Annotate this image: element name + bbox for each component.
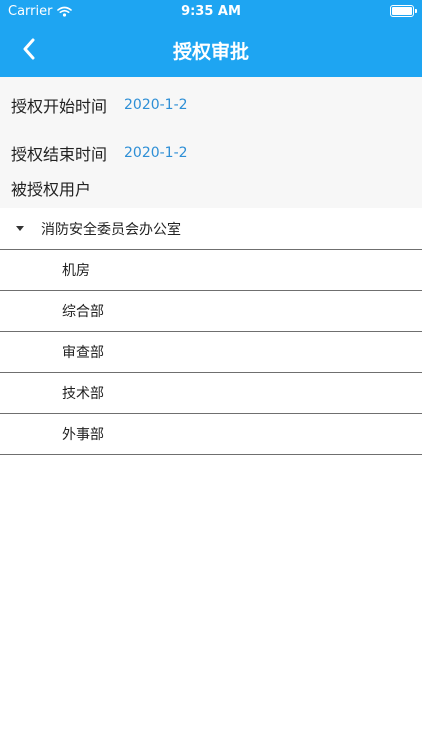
department-item[interactable]: 审查部: [0, 332, 422, 373]
start-time-row: 授权开始时间 2020-1-2: [11, 93, 188, 117]
authorization-form: 授权开始时间 2020-1-2 授权结束时间 2020-1-2 被授权用户: [0, 77, 422, 208]
department-item[interactable]: 机房: [0, 250, 422, 291]
status-time: 9:35 AM: [181, 4, 241, 19]
caret-down-icon[interactable]: [16, 226, 24, 231]
authorized-user-row: 被授权用户: [11, 176, 124, 200]
start-time-label: 授权开始时间: [11, 97, 108, 116]
status-bar: Carrier 9:35 AM: [0, 0, 422, 22]
app-header: Carrier 9:35 AM 授权审批: [0, 0, 422, 77]
department-item[interactable]: 外事部: [0, 414, 422, 455]
chevron-left-icon: [23, 38, 35, 60]
end-time-row: 授权结束时间 2020-1-2: [11, 141, 188, 165]
department-label: 技术部: [62, 386, 104, 402]
department-label: 外事部: [62, 427, 104, 443]
page-title: 授权审批: [172, 41, 249, 63]
department-label: 审查部: [62, 345, 104, 361]
back-button[interactable]: [14, 34, 44, 64]
navigation-bar: 授权审批: [0, 22, 422, 77]
department-item[interactable]: 综合部: [0, 291, 422, 332]
department-list: 机房 综合部 审查部 技术部 外事部: [0, 250, 422, 455]
end-time-label: 授权结束时间: [11, 145, 108, 164]
authorized-user-label: 被授权用户: [11, 180, 92, 199]
end-time-value[interactable]: 2020-1-2: [124, 145, 188, 161]
tree-root-label: 消防安全委员会办公室: [41, 221, 181, 238]
department-tree: 消防安全委员会办公室 机房 综合部 审查部 技术部 外事部: [0, 208, 422, 455]
start-time-value[interactable]: 2020-1-2: [124, 97, 188, 113]
battery-icon: [390, 5, 417, 17]
tree-root-node[interactable]: 消防安全委员会办公室: [0, 208, 422, 250]
department-item[interactable]: 技术部: [0, 373, 422, 414]
department-label: 机房: [62, 263, 90, 279]
department-label: 综合部: [62, 304, 104, 320]
